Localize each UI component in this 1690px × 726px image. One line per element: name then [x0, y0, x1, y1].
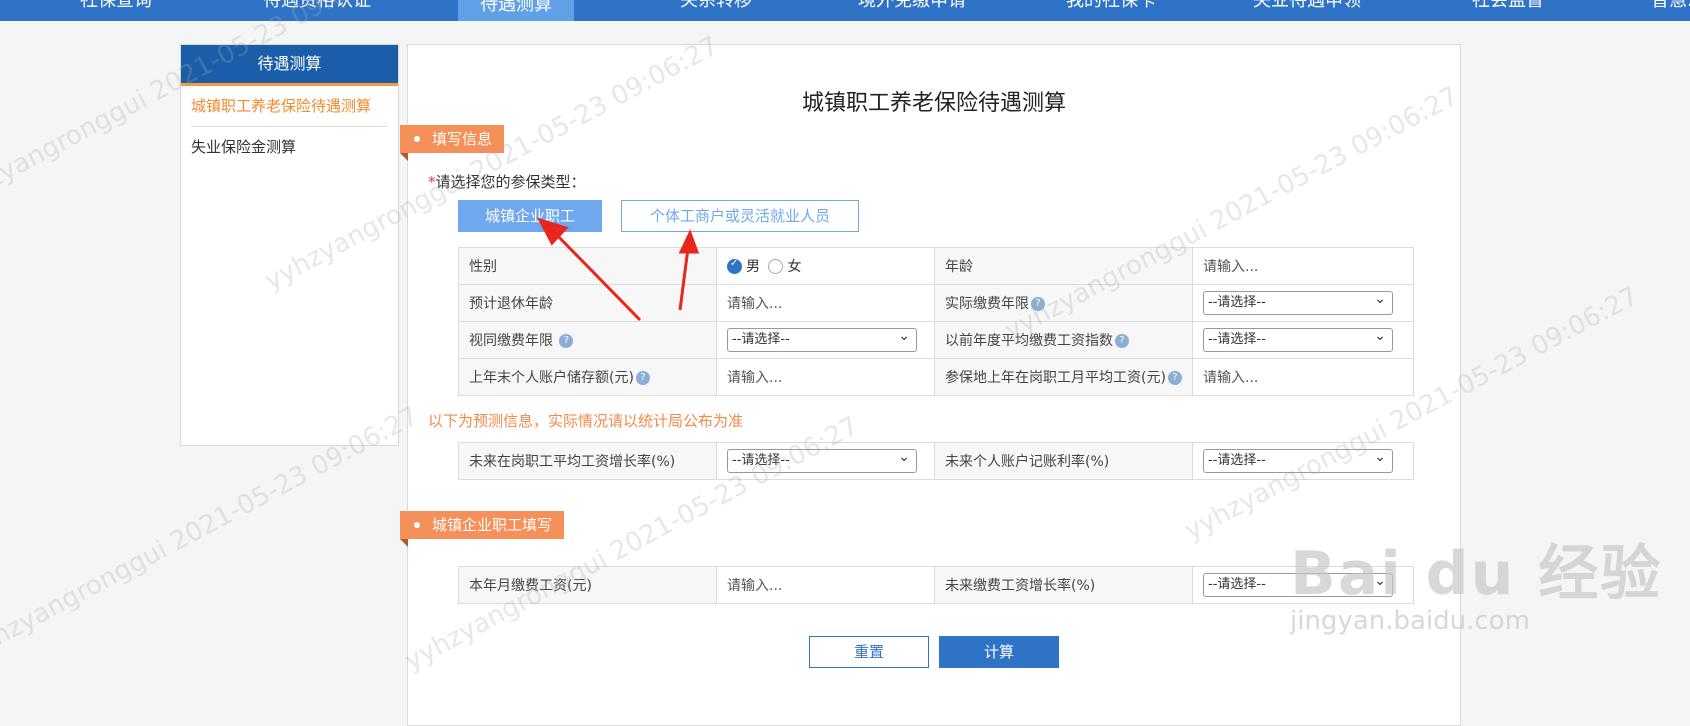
reset-button[interactable]: 重置: [809, 636, 929, 668]
nav-social-security-query[interactable]: 社保查询: [80, 0, 152, 21]
deemed-years-label: 视同缴费年限: [469, 333, 553, 349]
avg-index-cell: 以前年度平均缴费工资指数?: [934, 321, 1193, 359]
help-icon[interactable]: ?: [1167, 371, 1182, 385]
age-input[interactable]: 请输入...: [1203, 259, 1258, 275]
avg-index-label: 以前年度平均缴费工资指数: [945, 333, 1113, 349]
page-title: 城镇职工养老保险待遇测算: [801, 91, 1066, 116]
section-label-fill-info: 填写信息: [400, 125, 505, 161]
section-label-employee: 城镇企业职工填写: [400, 511, 565, 547]
type-flexible-worker-button[interactable]: 个体工商户或灵活就业人员: [621, 200, 859, 232]
forecast-note: 以下为预测信息，实际情况请以统计局公布为准: [428, 412, 744, 430]
sidebar-item-pension-calc[interactable]: 城镇职工养老保险待遇测算: [191, 86, 388, 127]
required-mark: *: [428, 173, 436, 191]
avg-wage-cell: 参保地上年在岗职工月平均工资(元)?: [934, 358, 1193, 396]
nav-benefit-calculation[interactable]: 待遇测算: [458, 0, 574, 21]
interest-select[interactable]: --请选择--: [1203, 446, 1393, 473]
avg-index-select[interactable]: --请选择--: [1203, 325, 1393, 352]
wage-growth-select[interactable]: --请选择--: [727, 446, 917, 473]
retire-age-input[interactable]: 请输入...: [727, 296, 782, 312]
gender-female-radio[interactable]: [768, 258, 784, 274]
help-icon[interactable]: ?: [1031, 297, 1045, 311]
sidebar-item-unemployment-calc[interactable]: 失业保险金测算: [191, 127, 388, 167]
help-icon[interactable]: ?: [635, 371, 650, 385]
nav-unemployment-claim[interactable]: 失业待遇申领: [1253, 0, 1361, 21]
forecast-table: 未来在岗职工平均工资增长率(%) --请选择-- 未来个人账户记账利率(%) -…: [458, 442, 1414, 480]
gender-male-radio[interactable]: [727, 258, 742, 274]
insurance-type-prompt: *请选择您的参保类型：: [428, 171, 586, 192]
deemed-years-cell: 视同缴费年限 ?: [458, 321, 717, 359]
nav-social-supervision[interactable]: 社会监督: [1472, 0, 1544, 21]
calculate-button[interactable]: 计算: [939, 636, 1059, 668]
nav-relationship-transfer[interactable]: 关系转移: [680, 0, 752, 21]
future-wage-growth-label: 未来缴费工资增长率(%): [934, 566, 1193, 604]
wage-growth-label: 未来在岗职工平均工资增长率(%): [458, 442, 717, 480]
sidebar-header: 待遇测算: [181, 45, 398, 86]
gender-field: 男 女: [716, 247, 935, 285]
age-label: 年龄: [934, 247, 1193, 285]
actual-years-cell: 实际缴费年限?: [934, 284, 1193, 322]
help-icon[interactable]: ?: [559, 334, 574, 348]
avg-wage-input[interactable]: 请输入...: [1203, 370, 1258, 386]
monthly-wage-input[interactable]: 请输入...: [727, 578, 782, 594]
interest-label: 未来个人账户记账利率(%): [934, 442, 1193, 480]
actual-years-select[interactable]: --请选择--: [1203, 288, 1393, 315]
help-icon[interactable]: ?: [1115, 334, 1129, 348]
nav-benefit-qualification[interactable]: 待遇资格认证: [263, 0, 371, 21]
prompt-text: 请选择您的参保类型：: [435, 173, 586, 191]
account-balance-input[interactable]: 请输入...: [727, 370, 782, 386]
account-balance-cell: 上年末个人账户储存额(元)?: [458, 358, 717, 396]
basic-info-table: 性别 男 女 年龄 请输入... 预计退休年龄 请输入... 实际缴费年限? -…: [458, 247, 1414, 396]
gender-label: 性别: [458, 247, 717, 285]
avg-wage-label: 参保地上年在岗职工月平均工资(元): [945, 370, 1166, 386]
nav-overseas-exemption[interactable]: 境外免缴申请: [858, 0, 966, 21]
nav-more[interactable]: 智慧...: [1651, 0, 1690, 21]
gender-female-label: 女: [787, 259, 802, 275]
gender-male-label: 男: [746, 259, 760, 275]
retire-age-label: 预计退休年龄: [458, 284, 717, 322]
account-balance-label: 上年末个人账户储存额(元): [469, 370, 634, 386]
monthly-wage-label: 本年月缴费工资(元): [458, 566, 717, 604]
top-navigation: 社保查询 待遇资格认证 待遇测算 关系转移 境外免缴申请 我的社保卡 失业待遇申…: [0, 0, 1690, 21]
employee-table: 本年月缴费工资(元) 请输入... 未来缴费工资增长率(%) --请选择--: [458, 566, 1414, 604]
actual-years-label: 实际缴费年限: [945, 296, 1029, 312]
deemed-years-select[interactable]: --请选择--: [727, 325, 917, 352]
future-wage-growth-select[interactable]: --请选择--: [1203, 570, 1393, 597]
sidebar: 待遇测算 城镇职工养老保险待遇测算 失业保险金测算: [180, 44, 399, 446]
nav-my-social-card[interactable]: 我的社保卡: [1066, 0, 1156, 21]
type-urban-employee-button[interactable]: 城镇企业职工: [458, 200, 602, 232]
main-panel: 城镇职工养老保险待遇测算 填写信息 *请选择您的参保类型： 城镇企业职工 个体工…: [400, 44, 1461, 726]
